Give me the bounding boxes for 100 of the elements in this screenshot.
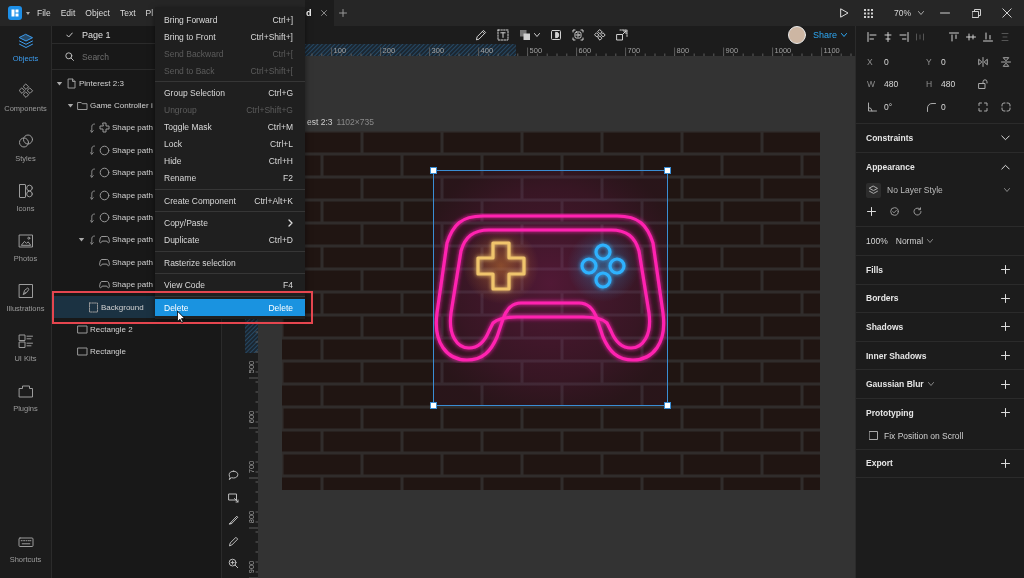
layer-row[interactable]: Rectangle	[52, 340, 221, 364]
resize-handle[interactable]	[430, 167, 437, 174]
grid-icon[interactable]	[864, 8, 873, 18]
value-field[interactable]: 0	[941, 101, 978, 112]
speech-bubble-icon[interactable]	[228, 470, 239, 481]
value-field[interactable]: 0	[941, 56, 978, 67]
flip-horizontal-icon[interactable]	[978, 56, 988, 67]
image-icon	[17, 233, 34, 249]
check-circle-icon[interactable]	[890, 207, 899, 216]
diamonds-icon[interactable]	[594, 29, 606, 41]
checkbox[interactable]	[869, 431, 878, 441]
align-left-icon[interactable]	[867, 32, 877, 42]
gamepad-icon	[99, 234, 110, 246]
caret-down-icon[interactable]	[56, 79, 63, 87]
resize-handle[interactable]	[664, 402, 671, 409]
menu-item[interactable]: Lock Ctrl+L	[155, 135, 305, 153]
zoom-dropdown[interactable]: 70%	[894, 8, 924, 18]
value-field[interactable]: 480	[941, 79, 978, 90]
section-title: Export	[866, 458, 893, 469]
app-logo-icon[interactable]	[8, 6, 22, 20]
menu-bar-item[interactable]: Object	[85, 8, 110, 18]
document-tab[interactable]: d	[305, 0, 334, 26]
menu-bar-item[interactable]: Pl	[145, 8, 154, 18]
zoom-in-icon[interactable]	[228, 558, 239, 569]
search-field[interactable]: Search	[82, 51, 150, 62]
half-filled-square-icon[interactable]	[550, 29, 562, 41]
avatar-icon	[787, 26, 806, 44]
search-icon	[65, 52, 74, 61]
caret-down-icon[interactable]	[26, 11, 30, 15]
corners-icon[interactable]	[978, 101, 988, 112]
pencil-icon[interactable]	[475, 29, 487, 41]
resize-handle[interactable]	[430, 402, 437, 409]
layout-icon	[17, 333, 34, 349]
resize-handle[interactable]	[664, 167, 671, 174]
blend-mode-dropdown[interactable]: Normal	[895, 236, 934, 246]
section-title: Fills	[866, 264, 883, 275]
value-field[interactable]: 0°	[884, 101, 926, 112]
close-icon[interactable]	[1002, 8, 1012, 18]
opacity-field[interactable]: 100%	[866, 236, 888, 246]
close-icon[interactable]	[320, 10, 327, 16]
chevron-up-icon[interactable]	[1001, 163, 1010, 170]
shortcut-label: Ctrl+]	[272, 14, 293, 25]
layers-icon	[17, 33, 34, 49]
menu-item[interactable]: Create Component Ctrl+Alt+K	[155, 192, 305, 209]
frame-target-icon[interactable]	[572, 29, 584, 41]
artboard-name: est 2:3	[307, 117, 333, 127]
menu-item[interactable]: View Code F4	[155, 276, 305, 294]
menu-item[interactable]: Hide Ctrl+H	[155, 152, 305, 170]
shortcut-label: Ctrl+H	[268, 156, 293, 166]
chevron-down-icon[interactable]	[1001, 135, 1010, 141]
menu-item[interactable]: Bring Forward Ctrl+]	[155, 11, 305, 28]
menu-item[interactable]: Toggle Mask Ctrl+M	[155, 118, 305, 136]
menu-bar-item[interactable]: File	[37, 8, 51, 18]
align-middle-icon[interactable]	[966, 32, 976, 42]
caret-down-icon[interactable]	[67, 102, 74, 110]
scale-icon[interactable]	[616, 29, 628, 41]
circle-icon	[99, 212, 110, 224]
menu-item[interactable]: Duplicate Ctrl+D	[155, 231, 305, 249]
share-button[interactable]: Share	[812, 30, 847, 40]
text-box-icon[interactable]	[497, 29, 509, 41]
pen-icon[interactable]	[228, 536, 239, 547]
chevron-right-icon	[288, 219, 293, 227]
menu-bar-item[interactable]: Edit	[60, 8, 76, 18]
restore-icon[interactable]	[972, 8, 981, 18]
knife-icon[interactable]	[228, 514, 239, 525]
caret-down-icon	[841, 33, 847, 37]
play-icon[interactable]	[840, 8, 849, 18]
shortcut-label: Delete	[268, 302, 293, 313]
section-title: Borders	[866, 293, 899, 304]
overlapping-squares-icon[interactable]	[519, 29, 531, 41]
align-center-icon[interactable]	[883, 32, 893, 42]
refresh-icon[interactable]	[913, 207, 922, 216]
shortcut-label: Ctrl+Alt+K	[254, 195, 293, 206]
circle-icon	[99, 144, 110, 156]
value-field[interactable]: 0	[884, 56, 926, 67]
rounded-corners-icon[interactable]	[1001, 101, 1011, 112]
menu-item[interactable]: Copy/Paste	[155, 214, 305, 232]
layer-row[interactable]: Rectangle 2	[52, 318, 221, 341]
align-top-icon[interactable]	[949, 32, 959, 42]
open-lock-icon[interactable]	[978, 79, 988, 90]
pen-frame-icon	[17, 283, 34, 299]
overlapping-circles-icon	[17, 133, 34, 149]
menu-item[interactable]: Rename F2	[155, 169, 305, 187]
value-field[interactable]: 480	[884, 79, 926, 90]
artboard-size: 1102×735	[336, 117, 374, 127]
circle-icon	[99, 189, 110, 201]
menu-item[interactable]: Group Selection Ctrl+G	[155, 84, 305, 102]
caret-down-icon[interactable]	[534, 33, 540, 37]
menu-item[interactable]: Rasterize selection	[155, 254, 305, 271]
dashed-rectangle-icon	[88, 301, 99, 313]
diamonds-icon	[17, 83, 34, 99]
section-dropdown[interactable]: Gaussian Blur	[866, 379, 934, 390]
align-right-icon[interactable]	[899, 32, 909, 42]
caret-down-icon[interactable]	[78, 236, 85, 244]
align-bottom-icon[interactable]	[983, 32, 993, 42]
menu-bar-item[interactable]: Text	[119, 8, 136, 18]
layers-icon	[866, 182, 881, 198]
flip-vertical-icon[interactable]	[1001, 56, 1011, 67]
layer-style-dropdown[interactable]: No Layer Style	[887, 185, 1010, 195]
shortcut-label: Ctrl+M	[267, 122, 293, 132]
